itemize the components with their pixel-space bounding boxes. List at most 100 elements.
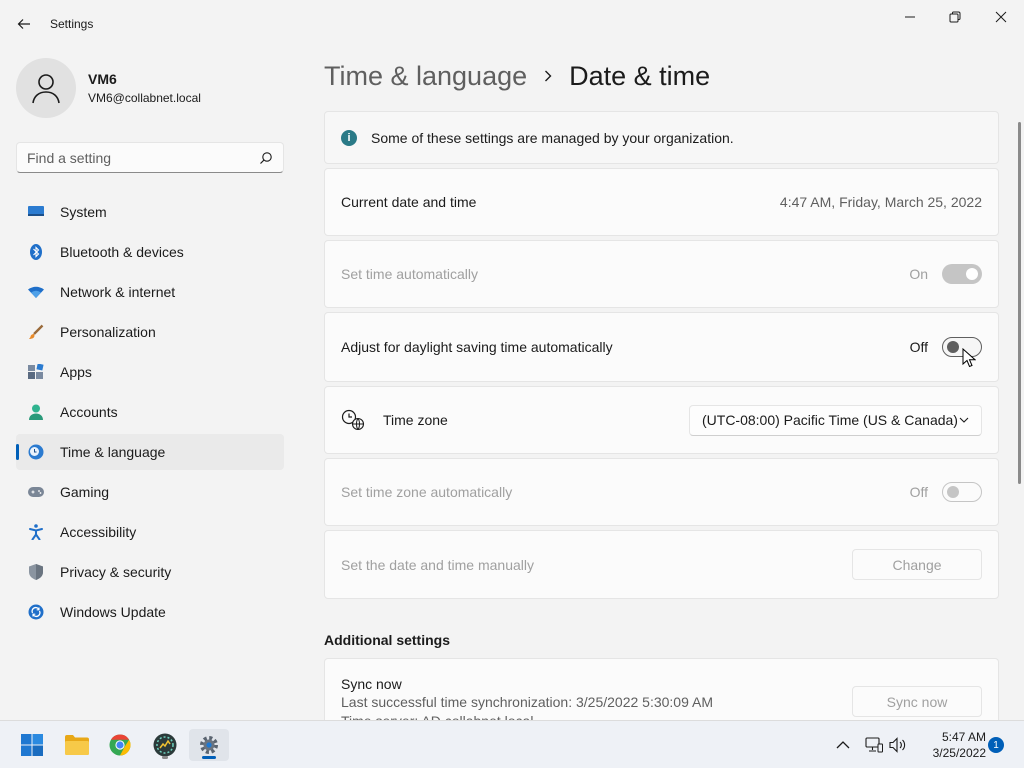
profile-email: VM6@collabnet.local: [88, 91, 201, 105]
search-icon[interactable]: [259, 151, 273, 165]
notification-badge[interactable]: 1: [988, 737, 1004, 753]
set-time-auto-card: Set time automatically On: [324, 240, 999, 308]
breadcrumb-parent[interactable]: Time & language: [324, 61, 527, 92]
sidebar-item-label: Time & language: [60, 444, 166, 460]
sidebar-item-label: System: [60, 204, 107, 220]
sidebar-item-label: Accessibility: [60, 524, 137, 540]
search-input[interactable]: [27, 149, 259, 166]
time-zone-value: (UTC-08:00) Pacific Time (US & Canada): [702, 412, 958, 428]
mouse-cursor-icon: [962, 348, 976, 368]
minimize-icon: [905, 16, 915, 18]
current-datetime-value: 4:47 AM, Friday, March 25, 2022: [779, 194, 982, 210]
show-hidden-icons[interactable]: [836, 721, 850, 768]
chevron-right-icon: [543, 69, 553, 83]
start-icon: [21, 734, 43, 756]
manual-datetime-card: Set the date and time manually Change: [324, 530, 999, 599]
time-zone-label: Time zone: [383, 412, 448, 428]
sidebar-item-apps[interactable]: Apps: [16, 354, 284, 390]
app-icon: [153, 733, 177, 757]
restore-icon: [949, 11, 961, 23]
taskbar: 5:47 AM 3/25/2022: [0, 720, 1024, 768]
manual-datetime-label: Set the date and time manually: [341, 556, 535, 573]
managed-info-banner: i Some of these settings are managed by …: [324, 111, 999, 164]
current-datetime-card: Current date and time 4:47 AM, Friday, M…: [324, 168, 999, 236]
update-icon: [28, 604, 44, 620]
shield-icon: [28, 564, 44, 580]
volume-icon: [889, 737, 906, 753]
chevron-up-icon: [836, 741, 850, 749]
restore-button[interactable]: [932, 4, 978, 30]
sidebar-item-label: Personalization: [60, 324, 156, 340]
chrome-icon: [109, 734, 131, 756]
avatar: [16, 58, 76, 118]
monitor-icon: [28, 204, 44, 220]
taskbar-file-explorer[interactable]: [57, 729, 97, 761]
sidebar-item-label: Bluetooth & devices: [60, 244, 184, 260]
bluetooth-icon: [28, 244, 44, 260]
sidebar-item-label: Network & internet: [60, 284, 176, 300]
daylight-saving-label: Adjust for daylight saving time automati…: [341, 339, 613, 355]
time-zone-card: Time zone (UTC-08:00) Pacific Time (US &…: [324, 386, 999, 454]
taskbar-chrome[interactable]: [100, 729, 140, 761]
file-explorer-icon: [65, 735, 89, 755]
accounts-person-icon: [28, 404, 44, 420]
gamepad-icon: [28, 484, 44, 500]
daylight-saving-card: Adjust for daylight saving time automati…: [324, 312, 999, 382]
time-zone-dropdown[interactable]: (UTC-08:00) Pacific Time (US & Canada): [689, 404, 982, 436]
sync-card: Sync now Last successful time synchroniz…: [324, 658, 999, 720]
taskbar-app[interactable]: [145, 729, 185, 761]
set-tz-auto-toggle: [942, 482, 982, 502]
sidebar-item-system[interactable]: System: [16, 194, 284, 230]
profile-name: VM6: [88, 71, 117, 87]
sidebar-item-windows-update[interactable]: Windows Update: [16, 594, 284, 630]
change-button: Change: [852, 549, 982, 580]
set-tz-auto-label: Set time zone automatically: [341, 484, 513, 500]
sidebar-item-label: Privacy & security: [60, 564, 172, 580]
current-datetime-label: Current date and time: [341, 194, 477, 210]
set-time-auto-toggle: [942, 264, 982, 284]
set-time-auto-label: Set time automatically: [341, 266, 478, 282]
settings-icon: [200, 736, 218, 754]
clock-globe-icon: [28, 444, 44, 460]
start-button[interactable]: [12, 729, 52, 761]
sidebar-item-bluetooth[interactable]: Bluetooth & devices: [16, 234, 284, 270]
sidebar-item-label: Apps: [60, 364, 92, 380]
clock-date: 3/25/2022: [932, 746, 986, 760]
taskbar-clock[interactable]: 5:47 AM 3/25/2022: [914, 729, 986, 761]
minimize-button[interactable]: [887, 4, 933, 30]
sidebar-item-accessibility[interactable]: Accessibility: [16, 514, 284, 550]
clock-globe-icon: [341, 409, 367, 431]
back-button[interactable]: [12, 12, 36, 36]
sync-now-button: Sync now: [852, 686, 982, 717]
sidebar-item-label: Windows Update: [60, 604, 166, 620]
sidebar-item-privacy[interactable]: Privacy & security: [16, 554, 284, 590]
sidebar-nav: System Bluetooth & devices Network & int…: [16, 194, 284, 634]
user-profile[interactable]: VM6 VM6@collabnet.local: [16, 58, 201, 118]
daylight-saving-state: Off: [909, 339, 928, 355]
info-icon: i: [341, 129, 357, 146]
person-icon: [32, 74, 60, 104]
network-icon: [865, 737, 883, 753]
sidebar-item-gaming[interactable]: Gaming: [16, 474, 284, 510]
apps-icon: [28, 364, 44, 380]
breadcrumb: Time & language Date & time: [324, 58, 710, 94]
network-status[interactable]: [865, 721, 883, 768]
sidebar-item-label: Gaming: [60, 484, 110, 500]
sidebar-item-accounts[interactable]: Accounts: [16, 394, 284, 430]
scrollbar[interactable]: [1018, 122, 1021, 484]
close-icon: [995, 11, 1007, 23]
info-banner-text: Some of these settings are managed by yo…: [371, 129, 734, 146]
active-indicator: [202, 756, 216, 759]
taskbar-settings[interactable]: [189, 729, 229, 761]
brush-icon: [28, 324, 44, 340]
accessibility-icon: [28, 524, 44, 540]
close-button[interactable]: [978, 4, 1024, 30]
sidebar-item-network[interactable]: Network & internet: [16, 274, 284, 310]
sidebar-item-personalization[interactable]: Personalization: [16, 314, 284, 350]
page-title: Date & time: [569, 60, 711, 91]
volume-control[interactable]: [889, 721, 907, 768]
wifi-icon: [28, 284, 44, 300]
additional-settings-heading: Additional settings: [324, 632, 450, 648]
sidebar-item-time-language[interactable]: Time & language: [16, 434, 284, 470]
search-box[interactable]: [16, 142, 284, 173]
